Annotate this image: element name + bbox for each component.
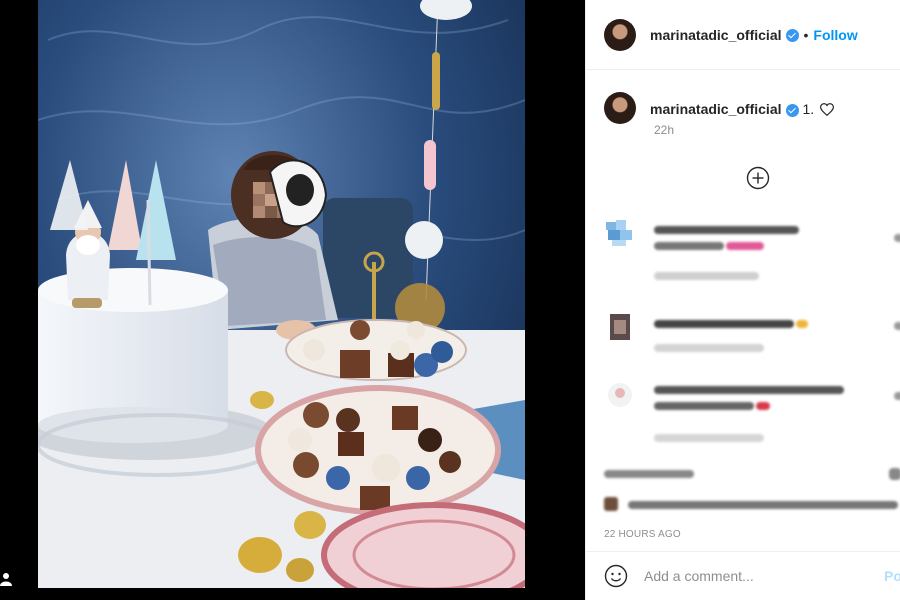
post-media-pane: [0, 0, 585, 600]
comment-item: [604, 312, 900, 372]
emoji-icon[interactable]: [604, 564, 628, 588]
load-more-comments-icon[interactable]: [746, 166, 770, 190]
liker-avatar[interactable]: [604, 497, 618, 511]
party-scene: [38, 0, 525, 588]
action-icons-blurred[interactable]: [604, 470, 694, 478]
post-photo[interactable]: [38, 0, 525, 588]
tagged-user-icon[interactable]: [0, 572, 12, 586]
chocolate-plate: [255, 385, 501, 515]
verified-badge-icon: [785, 103, 799, 117]
commenter-avatar[interactable]: [604, 312, 636, 342]
save-icon[interactable]: [889, 468, 900, 480]
caption-time: 22h: [654, 123, 675, 137]
comment-input[interactable]: [644, 568, 864, 584]
commenter-avatar[interactable]: [604, 380, 636, 410]
verified-badge-icon: [785, 29, 799, 42]
post-timestamp: 22 HOURS AGO: [604, 529, 681, 540]
author-avatar[interactable]: [604, 18, 636, 51]
comment-item: [604, 380, 900, 442]
post-header: marinatadic_official • Follow: [586, 0, 900, 70]
caption: marinatadic_official 1. 22h: [586, 70, 900, 145]
follow-button[interactable]: Follow: [813, 27, 857, 43]
post-sidebar: marinatadic_official • Follow marinatadi…: [585, 0, 900, 600]
separator-dot: •: [803, 26, 809, 43]
comment-item: [604, 218, 900, 280]
add-comment-bar: Po: [586, 551, 900, 600]
action-bar: [604, 462, 900, 484]
post-comment-button[interactable]: Po: [884, 568, 900, 584]
caption-avatar[interactable]: [604, 92, 636, 124]
caption-username[interactable]: marinatadic_official: [650, 101, 782, 117]
likes-row: [604, 495, 900, 515]
heart-icon[interactable]: [820, 102, 835, 116]
author-username[interactable]: marinatadic_official: [650, 27, 782, 43]
caption-text: 1.: [802, 101, 815, 117]
commenter-avatar[interactable]: [604, 218, 636, 248]
